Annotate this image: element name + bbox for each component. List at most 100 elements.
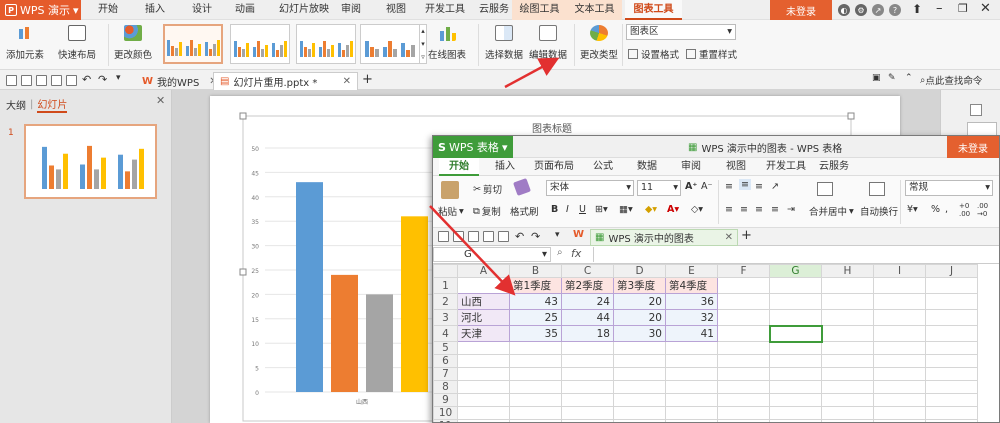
row-header[interactable]: 9 [433, 393, 458, 407]
tab-document[interactable]: ▤ 幻灯片重用.pptx * ✕ [213, 72, 358, 90]
currency-icon[interactable]: ¥▾ [907, 204, 918, 215]
cell[interactable] [717, 325, 770, 342]
close-icon[interactable]: ✕ [725, 232, 733, 243]
cell[interactable] [925, 341, 978, 355]
font-size-select[interactable]: 11 ▾ [637, 180, 681, 196]
cell[interactable] [665, 406, 718, 420]
redo-icon[interactable]: ↷ [98, 73, 107, 86]
column-header[interactable]: J [925, 264, 978, 278]
tab-slideshow[interactable]: 幻灯片放映 [274, 0, 334, 20]
et-tab-page-layout[interactable]: 页面布局 [534, 158, 574, 176]
decrease-decimal-icon[interactable]: .00 →0 [977, 202, 988, 218]
cell[interactable] [873, 393, 926, 407]
increase-decimal-icon[interactable]: +0.00 [959, 202, 970, 218]
cell[interactable]: 44 [561, 309, 614, 326]
chart-element-select[interactable]: 图表区 ▾ [626, 24, 736, 40]
cell[interactable] [873, 380, 926, 394]
export-pdf-icon[interactable] [468, 231, 479, 242]
resize-handle[interactable] [239, 268, 247, 276]
cell[interactable] [769, 293, 822, 310]
print-preview-icon[interactable] [498, 231, 509, 242]
row-header[interactable]: 11 [433, 419, 458, 422]
cell[interactable] [561, 419, 614, 422]
collapse-ribbon-icon[interactable]: ⌃ [905, 73, 913, 83]
print-icon[interactable] [483, 231, 494, 242]
cell[interactable]: 山西 [457, 293, 510, 310]
cell[interactable] [457, 277, 510, 294]
et-tab-formula[interactable]: 公式 [593, 158, 613, 176]
column-header[interactable]: H [821, 264, 874, 278]
cell[interactable] [821, 325, 874, 342]
cell[interactable] [509, 419, 562, 422]
et-app-menu-button[interactable]: S WPS 表格 ▾ [433, 136, 513, 158]
cell[interactable] [665, 354, 718, 368]
cell[interactable] [873, 293, 926, 310]
new-tab-icon[interactable]: + [741, 228, 752, 243]
undo-icon[interactable]: ↶ [82, 73, 91, 86]
cell[interactable] [509, 354, 562, 368]
et-tab-start[interactable]: 开始 [439, 158, 479, 176]
underline-icon[interactable]: U [579, 204, 586, 215]
clear-format-icon[interactable]: ◇▾ [691, 204, 703, 215]
wrap-text-icon[interactable] [869, 182, 885, 196]
worksheet-table[interactable]: A B C D E F G H I J 1 第1季度 第2季度 第3季度 第4季度 2 山西 43 24 20 36 3 河… [433, 264, 978, 422]
border-icon[interactable]: ⊞▾ [595, 204, 608, 215]
chart-style-thumbnail-4[interactable] [360, 24, 420, 64]
cell[interactable] [925, 367, 978, 381]
change-color-button[interactable]: 更改颜色 [114, 25, 152, 61]
style-gallery-scroll[interactable]: ▴ ▾ ▿ [419, 24, 427, 64]
customize-icon[interactable]: ▾ [555, 230, 560, 240]
cell[interactable] [457, 354, 510, 368]
et-tab-cloud[interactable]: 云服务 [819, 158, 849, 176]
et-tab-insert[interactable]: 插入 [495, 158, 515, 176]
column-header[interactable]: C [561, 264, 614, 278]
cell[interactable] [717, 293, 770, 310]
undo-icon[interactable]: ↶ [515, 230, 524, 243]
tab-mywps[interactable]: W 我的WPS ✕ [136, 72, 224, 90]
fx-button[interactable]: fx [571, 247, 581, 260]
cell[interactable] [665, 341, 718, 355]
cell[interactable] [665, 393, 718, 407]
column-header[interactable]: B [509, 264, 562, 278]
justify-icon[interactable]: ≡ [771, 204, 779, 215]
cell[interactable] [613, 380, 666, 394]
cell[interactable] [613, 341, 666, 355]
cell[interactable] [873, 277, 926, 294]
cell[interactable] [821, 393, 874, 407]
skin-icon[interactable]: ◐ [838, 4, 850, 16]
cell[interactable] [821, 309, 874, 326]
cell[interactable] [821, 277, 874, 294]
cell[interactable] [821, 293, 874, 310]
cell[interactable]: 24 [561, 293, 614, 310]
row-header[interactable]: 8 [433, 380, 458, 394]
cell[interactable] [925, 354, 978, 368]
fill-color-icon[interactable]: ◆▾ [645, 204, 657, 215]
cell[interactable]: 18 [561, 325, 614, 342]
tab-cloud[interactable]: 云服务 [474, 0, 514, 20]
cell[interactable] [717, 309, 770, 326]
close-icon[interactable]: ✕ [980, 1, 991, 16]
cell[interactable] [717, 393, 770, 407]
screen-icon[interactable]: ▣ [872, 73, 881, 83]
login-button[interactable]: 未登录 [770, 0, 832, 20]
merge-center-icon[interactable] [817, 182, 833, 196]
cell[interactable] [561, 367, 614, 381]
cell[interactable]: 河北 [457, 309, 510, 326]
cell[interactable] [873, 406, 926, 420]
cell[interactable] [873, 309, 926, 326]
cell[interactable] [509, 380, 562, 394]
italic-icon[interactable]: I [566, 204, 569, 215]
cell[interactable]: 天津 [457, 325, 510, 342]
edit-data-button[interactable]: 编辑数据 [529, 25, 567, 61]
row-header[interactable]: 4 [433, 325, 458, 342]
cell[interactable]: 35 [509, 325, 562, 342]
tools-icon[interactable]: ✎ [888, 73, 896, 83]
name-box[interactable]: G ▾ [433, 247, 551, 262]
chart-style-thumbnail-2[interactable] [230, 24, 290, 64]
column-header[interactable]: D [613, 264, 666, 278]
cell[interactable]: 第2季度 [561, 277, 614, 294]
align-center-icon[interactable]: ≡ [740, 204, 748, 215]
cell[interactable]: 第3季度 [613, 277, 666, 294]
cell[interactable]: 41 [665, 325, 718, 342]
cell[interactable] [561, 393, 614, 407]
